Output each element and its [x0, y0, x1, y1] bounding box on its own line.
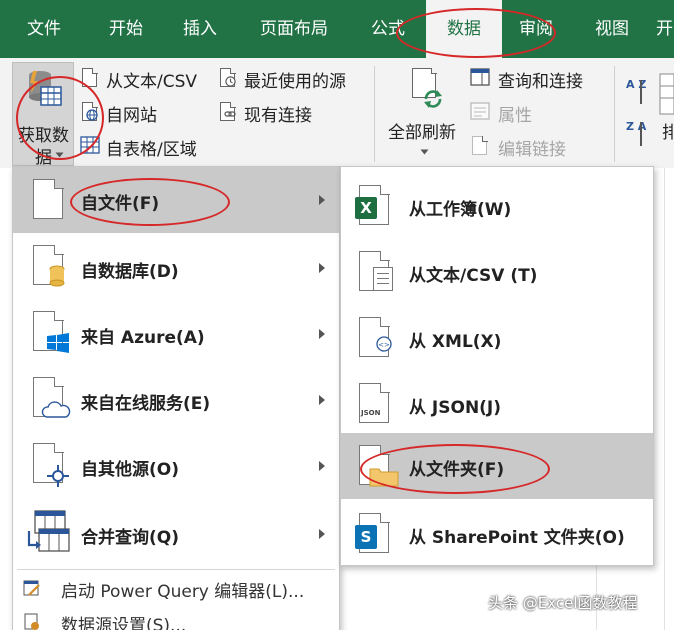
submenu-item-label: 从工作簿(W)	[409, 200, 512, 220]
menu-item-data-source-settings[interactable]: 数据源设置(S)...	[13, 603, 339, 630]
menu-item-label: 自其他源(O)	[81, 460, 179, 480]
clock-icon	[225, 76, 236, 87]
excel-icon: X	[355, 197, 377, 219]
sort-az-text: A Z	[626, 78, 647, 91]
properties-icon	[470, 102, 490, 120]
get-data-menu: 自文件(F) 自数据库(D) 来自 Azure(A) 来自在线服务(E) 自其他…	[12, 166, 340, 630]
tab-insert[interactable]: 插入	[170, 0, 230, 58]
text-file-icon	[373, 267, 393, 291]
edit-links-icon	[472, 135, 488, 155]
settings-file-icon	[24, 613, 39, 630]
properties-button: 属性	[470, 98, 614, 126]
submenu-item-from-workbook[interactable]: X 从工作簿(W)	[341, 173, 653, 239]
launch-power-query-label: 启动 Power Query 编辑器(L)...	[61, 582, 305, 602]
edit-links-button: 编辑链接	[470, 132, 614, 160]
menu-item-label: 来自 Azure(A)	[81, 328, 205, 348]
file-icon	[33, 178, 64, 219]
ribbon-tab-bar: 文件 开始 插入 页面布局 公式 数据 审阅 视图 开	[0, 0, 674, 58]
menu-item-label: 来自在线服务(E)	[81, 394, 211, 414]
submenu-item-from-xml[interactable]: <> 从 XML(X)	[341, 305, 653, 371]
json-icon-text: JSON	[361, 409, 381, 417]
recent-sources-label: 最近使用的源	[244, 72, 346, 92]
watermark: 头条 @Excel函数教程	[488, 594, 638, 612]
menu-item-label: 合并查询(Q)	[81, 528, 179, 548]
from-text-csv-label: 从文本/CSV	[106, 72, 198, 92]
xml-globe-icon: <>	[376, 336, 392, 352]
grid-line	[664, 168, 665, 630]
queries-connections-button[interactable]: 查询和连接	[470, 64, 614, 92]
from-file-submenu: X 从工作簿(W) 从文本/CSV (T) <> 从 XML(X) JSON 从…	[340, 166, 654, 566]
submenu-item-label: 从 JSON(J)	[409, 398, 502, 418]
chevron-right-icon	[319, 395, 325, 405]
windows-azure-icon	[47, 333, 69, 353]
data-source-settings-label: 数据源设置(S)...	[61, 616, 187, 630]
svg-text:<>: <>	[378, 341, 390, 349]
link-icon	[224, 111, 236, 117]
queries-connections-label: 查询和连接	[498, 72, 583, 92]
file-icon	[359, 382, 390, 423]
submenu-item-label: 从文本/CSV (T)	[409, 266, 538, 286]
menu-item-combine-queries[interactable]: 合并查询(Q)	[13, 501, 339, 567]
sort-descending-icon[interactable]: Z A	[626, 120, 648, 154]
cloud-icon	[41, 401, 71, 418]
database-icon	[49, 265, 65, 287]
submenu-item-from-json[interactable]: JSON 从 JSON(J)	[341, 371, 653, 437]
menu-item-launch-power-query[interactable]: 启动 Power Query 编辑器(L)...	[13, 569, 339, 607]
annotation-ring-get-data	[16, 76, 104, 160]
menu-item-from-database[interactable]: 自数据库(D)	[13, 235, 339, 301]
chevron-right-icon	[319, 529, 325, 539]
recent-sources-button[interactable]: 最近使用的源	[218, 64, 360, 92]
sort-ascending-icon[interactable]: A Z	[626, 78, 648, 112]
refresh-icon	[424, 90, 442, 108]
submenu-item-label: 从 XML(X)	[409, 332, 502, 352]
power-query-editor-icon	[23, 580, 40, 596]
ribbon-group-divider	[614, 66, 615, 162]
annotation-ring-from-folder	[360, 444, 550, 494]
chevron-right-icon	[319, 263, 325, 273]
menu-item-from-other-sources[interactable]: 自其他源(O)	[13, 433, 339, 499]
sort-icon[interactable]	[658, 72, 674, 116]
menu-item-from-azure[interactable]: 来自 Azure(A)	[13, 301, 339, 367]
existing-connections-label: 现有连接	[244, 106, 312, 126]
target-node-icon	[47, 465, 69, 487]
refresh-all-label: 全部刷新	[388, 123, 456, 143]
chevron-right-icon	[319, 195, 325, 205]
queries-pane-icon	[470, 68, 490, 86]
properties-label: 属性	[498, 106, 532, 126]
tab-home[interactable]: 开始	[96, 0, 156, 58]
from-web-label: 自网站	[106, 106, 157, 126]
submenu-item-from-sharepoint-folder[interactable]: S 从 SharePoint 文件夹(O)	[341, 501, 653, 567]
annotation-ring-data-tab	[396, 8, 556, 58]
chevron-right-icon	[319, 461, 325, 471]
menu-item-label: 自数据库(D)	[81, 262, 179, 282]
menu-item-from-online-services[interactable]: 来自在线服务(E)	[13, 367, 339, 433]
from-table-button[interactable]: 自表格/区域	[80, 132, 212, 160]
tab-file[interactable]: 文件	[14, 0, 74, 58]
edit-links-label: 编辑链接	[498, 140, 566, 160]
from-table-label: 自表格/区域	[106, 140, 197, 160]
tab-page-layout[interactable]: 页面布局	[248, 0, 340, 58]
chevron-right-icon	[319, 329, 325, 339]
submenu-item-from-text-csv[interactable]: 从文本/CSV (T)	[341, 239, 653, 305]
combine-queries-icon	[27, 510, 70, 552]
ribbon-group-divider	[374, 66, 375, 162]
submenu-item-label: 从 SharePoint 文件夹(O)	[409, 528, 625, 548]
existing-connections-button[interactable]: 现有连接	[218, 98, 360, 126]
refresh-all-button[interactable]: 全部刷新	[386, 64, 462, 162]
sharepoint-icon: S	[355, 525, 377, 549]
chevron-down-icon	[420, 149, 429, 155]
from-text-csv-button[interactable]: 从文本/CSV	[80, 64, 212, 92]
tab-more[interactable]: 开	[656, 0, 674, 58]
annotation-ring-from-file	[70, 178, 230, 226]
sort-za-text: Z A	[626, 120, 647, 133]
tab-view[interactable]: 视图	[582, 0, 642, 58]
sort-label-partial[interactable]: 排	[662, 118, 674, 143]
